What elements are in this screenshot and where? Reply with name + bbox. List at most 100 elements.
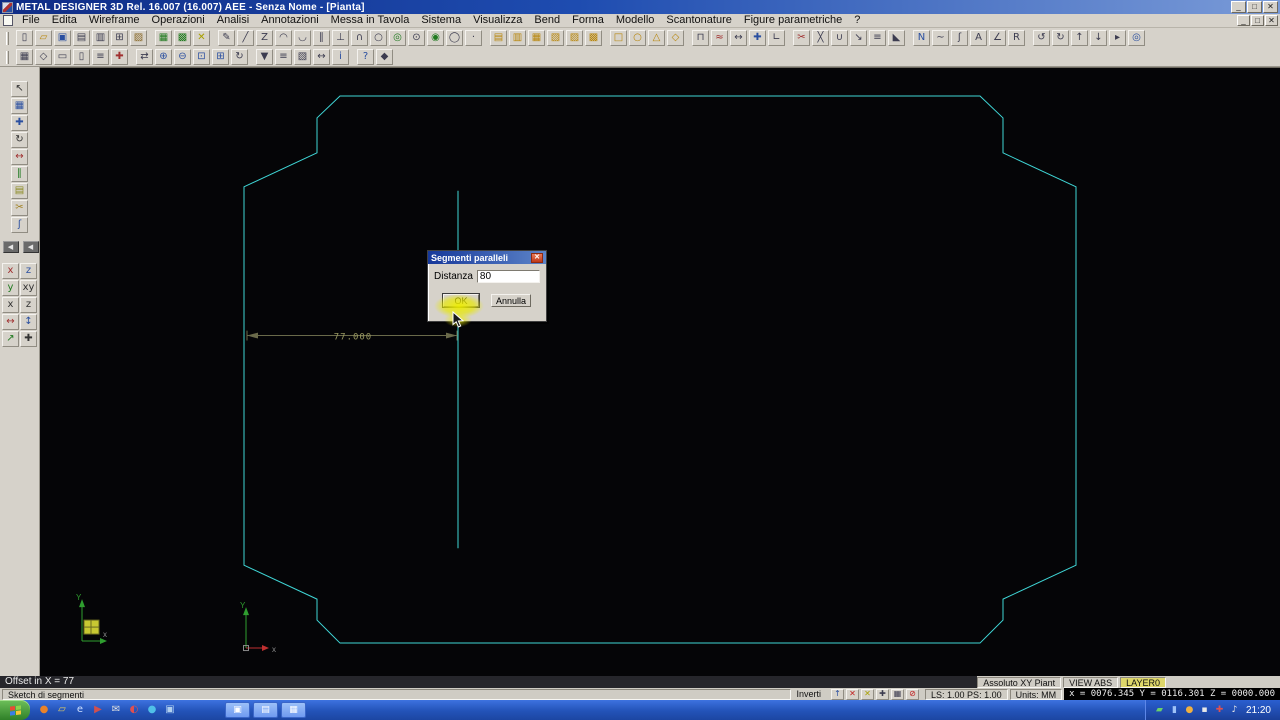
parallel-segments-icon[interactable]: ∥ (313, 30, 330, 46)
copy-icon[interactable]: ⊞ (111, 30, 128, 46)
fill-icon[interactable]: ▩ (585, 30, 602, 46)
polygon-icon[interactable]: △ (648, 30, 665, 46)
dialog-titlebar[interactable]: Segmenti paralleli ✕ (428, 251, 546, 264)
properties-icon[interactable]: ≡ (275, 49, 292, 65)
lock-x-icon[interactable]: x (2, 297, 19, 313)
dimension-icon[interactable]: ↔ (730, 30, 747, 46)
perpendicular-icon[interactable]: ⊥ (332, 30, 349, 46)
menu-item[interactable]: Operazioni (146, 14, 211, 27)
mdi-close-button[interactable]: ✕ (1265, 15, 1278, 26)
donut-icon[interactable]: ◉ (427, 30, 444, 46)
snap-target-icon[interactable]: ✚ (876, 689, 889, 700)
opera-icon[interactable]: ◐ (126, 702, 142, 718)
coord-mode-panel[interactable]: Assoluto XY Piant (977, 677, 1061, 688)
stretch-icon[interactable]: ↘ (850, 30, 867, 46)
menu-item[interactable]: Messa in Tavola (325, 14, 416, 27)
history-back-icon[interactable]: ◀ (3, 241, 19, 253)
weld-icon[interactable]: ≈ (711, 30, 728, 46)
menu-item[interactable]: Analisi (211, 14, 255, 27)
circle-center-icon[interactable]: ◎ (389, 30, 406, 46)
circle-2pt-icon[interactable]: ⊙ (408, 30, 425, 46)
menu-item[interactable]: Wireframe (83, 14, 146, 27)
dir-z-icon[interactable]: ↕ (20, 314, 37, 330)
top-view-icon[interactable]: ▭ (54, 49, 71, 65)
delete-selection-icon[interactable]: ✕ (193, 30, 210, 46)
info-icon[interactable]: i (332, 49, 349, 65)
offset-icon[interactable]: ∥ (11, 166, 28, 182)
taskbar-window-notes[interactable]: ▤ (253, 702, 278, 718)
menu-item[interactable]: Annotazioni (255, 14, 325, 27)
pattern-icon[interactable]: ▨ (566, 30, 583, 46)
new-file-icon[interactable]: ▯ (16, 30, 33, 46)
match-properties-icon[interactable]: ▧ (294, 49, 311, 65)
skype-icon[interactable]: ● (144, 702, 160, 718)
zoom-out-icon[interactable]: ⊖ (174, 49, 191, 65)
ucs-icon[interactable]: ✚ (111, 49, 128, 65)
front-view-icon[interactable]: ▯ (73, 49, 90, 65)
target-icon[interactable]: ◎ (1128, 30, 1145, 46)
inverti-toggle[interactable]: Inverti (793, 689, 826, 699)
drawing-area[interactable]: 77.000 Y x Y (40, 67, 1280, 676)
menu-item[interactable]: Figure parametriche (738, 14, 848, 27)
media-player-icon[interactable]: ▶ (90, 702, 106, 718)
dialog-close-button[interactable]: ✕ (531, 253, 543, 263)
text-icon[interactable]: A (970, 30, 987, 46)
title-block-icon[interactable]: ▦ (528, 30, 545, 46)
tray-alert-icon[interactable]: ✚ (1213, 704, 1226, 717)
arc-3pt-icon[interactable]: ◡ (294, 30, 311, 46)
pan-icon[interactable]: ⇄ (136, 49, 153, 65)
mirror-icon[interactable]: ↔ (11, 149, 28, 165)
mail-icon[interactable]: ✉ (108, 702, 124, 718)
hatch-icon[interactable]: ▧ (547, 30, 564, 46)
join-icon[interactable]: ∪ (831, 30, 848, 46)
slot-icon[interactable]: ◇ (667, 30, 684, 46)
grid-small-icon[interactable]: ▦ (891, 689, 904, 700)
dir-y-icon[interactable]: ↗ (2, 331, 19, 347)
cad-app-icon[interactable]: ▣ (162, 702, 178, 718)
move-icon[interactable]: ✚ (11, 115, 28, 131)
axis-x-icon[interactable]: x (2, 263, 19, 279)
menu-item[interactable]: Forma (566, 14, 610, 27)
mdi-restore-button[interactable]: □ (1251, 15, 1264, 26)
wave-icon[interactable]: ∼ (932, 30, 949, 46)
flip-direction-icon[interactable]: ↑ (831, 689, 844, 700)
print-preview-icon[interactable]: ▥ (92, 30, 109, 46)
rounded-rect-icon[interactable]: □ (610, 30, 627, 46)
tray-update-icon[interactable]: ● (1183, 704, 1196, 717)
menu-item[interactable]: Edita (46, 14, 83, 27)
help-icon[interactable]: ? (357, 49, 374, 65)
view-mode-panel[interactable]: VIEW ABS (1063, 677, 1118, 688)
open-folder-icon[interactable]: ▱ (35, 30, 52, 46)
ellipse-icon[interactable]: ◯ (446, 30, 463, 46)
cut-icon[interactable]: ✂ (793, 30, 810, 46)
toolbar-grip[interactable] (6, 32, 9, 45)
snap-icon[interactable]: ✚ (749, 30, 766, 46)
documents-folder-icon[interactable]: ▱ (54, 702, 70, 718)
rotate-left-icon[interactable]: ↺ (1033, 30, 1050, 46)
print-icon[interactable]: ▤ (73, 30, 90, 46)
ortho-icon[interactable]: ∟ (768, 30, 785, 46)
menu-item[interactable]: Sistema (415, 14, 467, 27)
break-icon[interactable]: ╳ (812, 30, 829, 46)
array-tool-icon[interactable]: ▤ (11, 183, 28, 199)
sheet-outline[interactable] (244, 96, 1076, 643)
menu-item[interactable]: Visualizza (467, 14, 528, 27)
zoom-extents-icon[interactable]: ⊞ (212, 49, 229, 65)
plane-xy-icon[interactable]: xy (20, 280, 37, 296)
browser-icon[interactable]: ● (36, 702, 52, 718)
marker-icon[interactable]: ▸ (1109, 30, 1126, 46)
pencil-icon[interactable]: ✎ (218, 30, 235, 46)
mdi-minimize-button[interactable]: _ (1237, 15, 1250, 26)
lock-z-icon[interactable]: z (20, 297, 37, 313)
menu-item[interactable]: Modello (610, 14, 661, 27)
taskbar-window-cad[interactable]: ▦ (281, 702, 306, 718)
layers-icon[interactable]: ≡ (92, 49, 109, 65)
maximize-button[interactable]: □ (1247, 1, 1262, 13)
start-button[interactable] (0, 700, 30, 720)
line-icon[interactable]: ╱ (237, 30, 254, 46)
grid-view-icon[interactable]: ▦ (16, 49, 33, 65)
confirm-yellow-icon[interactable]: ✕ (861, 689, 874, 700)
toolbar-grip-2[interactable] (6, 51, 9, 64)
dir-x-icon[interactable]: ↔ (2, 314, 19, 330)
grid-icon[interactable]: ▩ (174, 30, 191, 46)
